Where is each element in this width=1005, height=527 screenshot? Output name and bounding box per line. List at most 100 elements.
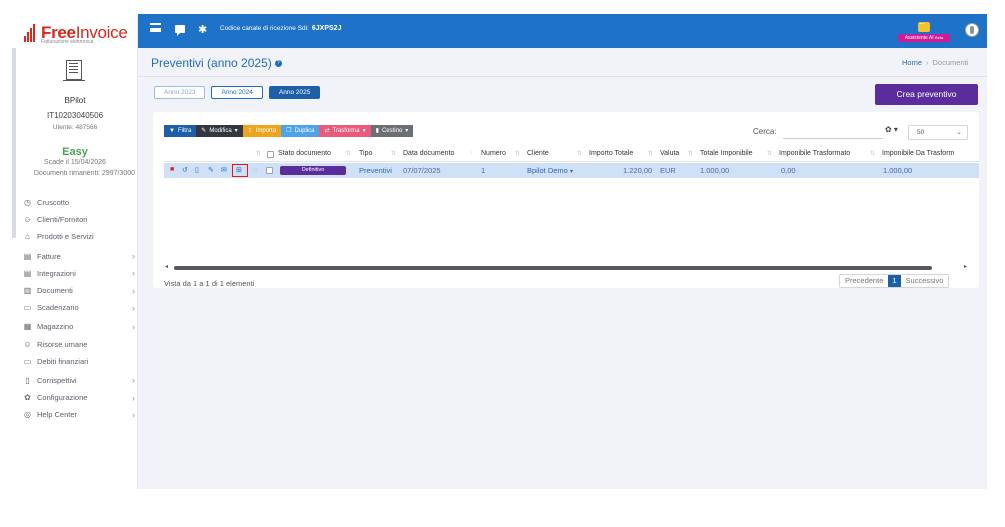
sort-icon[interactable]: ⇅ bbox=[515, 150, 520, 157]
sidebar-item-label: Help Center bbox=[37, 410, 78, 420]
email-icon[interactable]: ✉ bbox=[221, 166, 227, 174]
col-importo-totale[interactable]: Importo Totale bbox=[589, 150, 633, 157]
sidebar-item-risorse-umane[interactable]: ☺ Risorse umane bbox=[23, 336, 135, 353]
col-totale-imponibile[interactable]: Totale Imponibile bbox=[700, 150, 753, 157]
freeinvoice-logo[interactable]: FreeInvoice Fatturazione elettronica bbox=[24, 18, 128, 48]
chevron-right-icon: › bbox=[132, 251, 135, 262]
sidebar-item-debiti-finanziari[interactable]: ▭ Debiti finanziari bbox=[23, 353, 135, 370]
sidebar-item-label: Cruscotto bbox=[37, 198, 70, 208]
sort-icon[interactable]: ⇅ bbox=[577, 150, 582, 157]
star-icon[interactable]: ☆ bbox=[252, 166, 258, 174]
sidebar-item-label: Prodotti e Servizi bbox=[37, 232, 94, 242]
attachment-icon[interactable]: ✎ bbox=[208, 166, 214, 174]
edit-button[interactable]: ✎ Modifica ▾ bbox=[196, 125, 243, 137]
row-checkbox[interactable] bbox=[266, 167, 273, 174]
sidebar-item-prodotti-e-servizi[interactable]: ⌂ Prodotti e Servizi bbox=[23, 228, 135, 245]
sort-icon[interactable]: ⇅ bbox=[767, 150, 772, 157]
page-size-select[interactable]: 50 ⌄ bbox=[908, 125, 968, 140]
search-input[interactable] bbox=[783, 125, 883, 139]
column-settings-gear-icon[interactable]: ✿ ▾ bbox=[885, 125, 898, 134]
cell-totale-imponibile: 1.000,00 bbox=[700, 166, 730, 175]
chevron-right-icon: › bbox=[132, 302, 135, 313]
select-all-checkbox[interactable] bbox=[267, 151, 274, 158]
tab-anno-2025[interactable]: Anno 2025 bbox=[268, 86, 321, 99]
tab-anno-2024[interactable]: Anno 2024 bbox=[211, 86, 263, 99]
notification-icon[interactable]: ✱ bbox=[198, 23, 207, 36]
sort-icon[interactable]: ⇅ bbox=[346, 150, 351, 157]
col-data-documento[interactable]: Data documento bbox=[403, 150, 454, 157]
col-imponibile-trasformato[interactable]: Imponibile Trasformato bbox=[779, 150, 850, 157]
trash-button[interactable]: ▮ Cestino ▾ bbox=[370, 125, 414, 137]
prev-page-button[interactable]: Precedente bbox=[840, 275, 888, 287]
col-tipo[interactable]: Tipo bbox=[359, 150, 372, 157]
sidebar-item-configurazione[interactable]: ✿ Configurazione › bbox=[23, 389, 135, 406]
sidebar-item-cruscotto[interactable]: ◷ Cruscotto bbox=[23, 194, 135, 211]
status-badge: Definitivo bbox=[280, 166, 346, 175]
sidebar-item-corrispettivi[interactable]: ▯ Corrispettivi › bbox=[23, 372, 135, 389]
logo-bars-icon bbox=[24, 24, 38, 42]
sidebar-scrollbar[interactable] bbox=[12, 48, 16, 238]
tab-anno-2023[interactable]: Anno 2023 bbox=[154, 86, 206, 99]
cell-cliente[interactable]: Bpilot Demo ▾ bbox=[527, 166, 573, 175]
table-toolbar: ▼ Filtra ✎ Modifica ▾ ⇪ Importa ❐ Duplica ⇄ Tr… bbox=[164, 125, 414, 137]
file-icon: ▤ bbox=[23, 268, 32, 278]
create-quote-button[interactable]: Crea preventivo bbox=[875, 84, 978, 105]
col-valuta[interactable]: Valuta bbox=[660, 150, 679, 157]
sort-icon[interactable]: ⇅ bbox=[870, 150, 875, 157]
table-row[interactable]: ■ ↺ ▯ ✎ ✉ ⊞ ☆ Definitivo Preventivi 07/0… bbox=[164, 163, 979, 178]
undo-icon[interactable]: ↺ bbox=[182, 166, 188, 174]
cell-tipo[interactable]: Preventivi bbox=[359, 166, 392, 175]
sidebar-item-scadenzario[interactable]: ▭ Scadenzario › bbox=[23, 299, 135, 316]
page-title: Preventivi (anno 2025)? bbox=[151, 56, 282, 70]
filter-button[interactable]: ▼ Filtra bbox=[164, 125, 197, 137]
sidebar-item-label: Debiti finanziari bbox=[37, 356, 89, 366]
duplicate-button[interactable]: ❐ Duplica bbox=[281, 125, 320, 137]
user-avatar[interactable] bbox=[965, 23, 979, 37]
highlight-box bbox=[232, 164, 248, 177]
page-1-button[interactable]: 1 bbox=[888, 275, 901, 287]
chat-icon[interactable] bbox=[175, 25, 185, 36]
breadcrumb-separator-icon: › bbox=[926, 58, 929, 67]
delete-icon[interactable]: ■ bbox=[170, 166, 174, 173]
col-stato-documento[interactable]: Stato documento bbox=[278, 150, 331, 157]
pdf-icon[interactable]: ▯ bbox=[195, 166, 199, 174]
col-cliente[interactable]: Cliente bbox=[527, 150, 549, 157]
sdi-code-label: Codice canale di ricezione Sdi: 6JXPS2J bbox=[220, 25, 342, 32]
scroll-left-icon[interactable]: ◂ bbox=[165, 263, 168, 270]
scrollbar-thumb[interactable] bbox=[174, 266, 932, 270]
sidebar-item-fatture[interactable]: ▤ Fatture › bbox=[23, 248, 135, 265]
brand-tagline: Fatturazione elettronica bbox=[41, 39, 94, 45]
sidebar-item-help-center[interactable]: ◎ Help Center › bbox=[23, 406, 135, 423]
sidebar-item-magazzino[interactable]: ▦ Magazzino › bbox=[23, 318, 135, 335]
import-button[interactable]: ⇪ Importa bbox=[242, 125, 282, 137]
ai-assistant-button[interactable]: Assistente AI Beta bbox=[898, 19, 950, 44]
assistant-label: Assistente AI bbox=[904, 35, 934, 41]
horizontal-scrollbar[interactable]: ◂ ▸ bbox=[164, 264, 967, 271]
documents-table: ⇅ Stato documento ⇅ Tipo ⇅ Data document… bbox=[164, 147, 979, 197]
col-imponibile-da-trasformare[interactable]: Imponibile Da Trasform bbox=[882, 150, 954, 157]
sidebar-item-label: Documenti bbox=[37, 286, 73, 296]
help-icon[interactable]: ? bbox=[274, 60, 282, 68]
dashboard-icon: ◷ bbox=[24, 198, 31, 208]
sdi-code: 6JXPS2J bbox=[311, 25, 342, 32]
caret-down-icon: ▾ bbox=[405, 128, 409, 134]
col-numero[interactable]: Numero bbox=[481, 150, 506, 157]
sidebar-item-clienti-fornitori[interactable]: ☺ Clienti/Fornitori bbox=[23, 211, 135, 228]
breadcrumb-home[interactable]: Home bbox=[902, 58, 922, 67]
scroll-right-icon[interactable]: ▸ bbox=[964, 263, 967, 270]
sort-icon[interactable]: ↓ bbox=[470, 150, 473, 156]
plan-expiry: Scade il 15/04/2026 bbox=[44, 159, 106, 166]
next-page-button[interactable]: Successivo bbox=[901, 275, 949, 287]
sort-icon[interactable]: ⇅ bbox=[256, 150, 261, 157]
sort-icon[interactable]: ⇅ bbox=[391, 150, 396, 157]
transform-button[interactable]: ⇄ Trasforma ▾ bbox=[319, 125, 371, 137]
chevron-right-icon: › bbox=[132, 392, 135, 403]
sidebar-item-label: Clienti/Fornitori bbox=[37, 215, 88, 225]
menu-icon[interactable] bbox=[150, 23, 161, 32]
header-divider bbox=[138, 76, 987, 77]
caret-down-icon: ▾ bbox=[234, 128, 238, 134]
sidebar-item-documenti[interactable]: ▥ Documenti › bbox=[23, 282, 135, 299]
sidebar-item-integrazioni[interactable]: ▤ Integrazioni › bbox=[23, 265, 135, 282]
sort-icon[interactable]: ⇅ bbox=[688, 150, 693, 157]
sort-icon[interactable]: ⇅ bbox=[648, 150, 653, 157]
